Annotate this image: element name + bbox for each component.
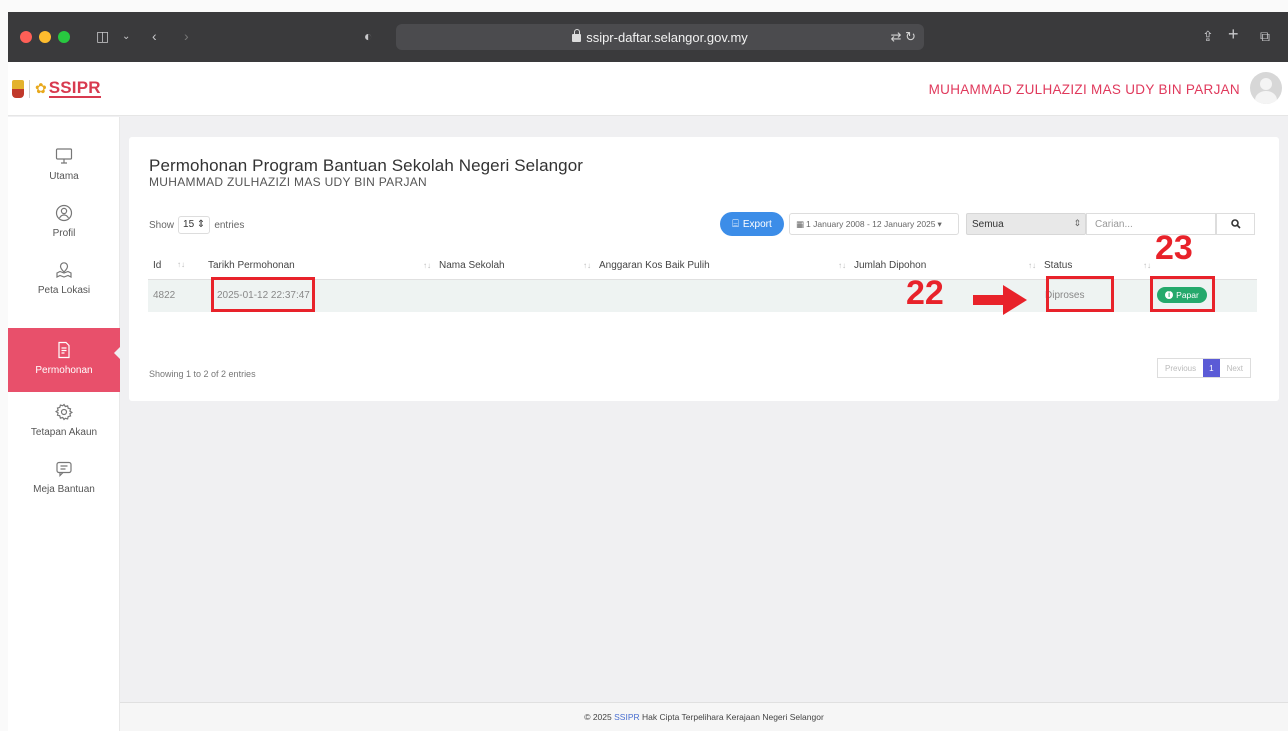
column-header-tarikh[interactable]: Tarikh Permohonan <box>203 253 418 279</box>
monitor-icon <box>55 148 73 164</box>
entries-label: entries <box>214 219 245 231</box>
sort-icon: ↑↓ <box>177 260 185 270</box>
gear-icon <box>55 403 73 421</box>
url-text: ssipr-daftar.selangor.gov.my <box>586 30 748 45</box>
status-filter-select[interactable]: Semua ⇕ <box>966 213 1086 235</box>
sort-icon: ↑↓ <box>838 261 846 271</box>
page-title: Permohonan Program Bantuan Sekolah Neger… <box>149 156 584 175</box>
sidebar-item-label: Peta Lokasi <box>37 285 91 296</box>
logo-text: SSIPR <box>48 78 101 98</box>
sort-icon: ↑↓ <box>583 261 591 271</box>
sidebar-item-label: Permohonan <box>35 365 93 376</box>
avatar[interactable] <box>1250 72 1282 104</box>
step-23-label: 23 <box>1155 229 1193 267</box>
spreadsheet-icon: ⌸ <box>732 217 739 230</box>
search-input[interactable]: Carian... <box>1086 213 1216 235</box>
next-page-button[interactable]: Next <box>1220 359 1250 377</box>
entries-length-control: Show 15 ⇕ entries <box>149 216 244 234</box>
cell-nama <box>418 278 578 312</box>
caret-down-icon: ▾ <box>937 218 942 229</box>
selangor-crest-icon <box>12 79 24 98</box>
sidebar-item-label: Profil <box>52 228 76 239</box>
user-name[interactable]: MUHAMMAD ZULHAZIZI MAS UDY BIN PARJAN <box>929 82 1240 97</box>
previous-page-button[interactable]: Previous <box>1158 359 1203 377</box>
user-icon <box>55 204 73 222</box>
close-window-button[interactable] <box>20 31 32 43</box>
map-pin-icon <box>56 262 72 278</box>
tabs-overview-icon[interactable]: ⧉ <box>1260 28 1270 45</box>
show-label: Show <box>149 219 175 231</box>
column-header-anggaran[interactable]: ↑↓ Anggaran Kos Baik Pulih <box>578 253 833 279</box>
sidebar-item-profil[interactable]: Profil <box>8 204 120 250</box>
sidebar-toggle-icon[interactable]: ◫ <box>96 28 109 45</box>
sidebar-item-permohonan[interactable]: Permohonan <box>8 328 121 392</box>
back-icon[interactable]: ‹ <box>152 28 157 44</box>
page-subtitle: MUHAMMAD ZULHAZIZI MAS UDY BIN PARJAN <box>149 175 428 189</box>
translate-reload-icon[interactable]: ⇄ ↻ <box>891 29 916 45</box>
logo[interactable]: ✿ SSIPR <box>12 79 101 98</box>
highlight-tarikh-box <box>211 277 315 312</box>
new-tab-icon[interactable]: + <box>1228 24 1239 45</box>
table-info: Showing 1 to 2 of 2 entries <box>149 369 256 379</box>
browser-toolbar: ◫ ⌄ ‹ › ◐ ssipr-daftar.selangor.gov.my ⇄… <box>8 12 1288 62</box>
search-icon <box>1230 219 1241 229</box>
search-button[interactable] <box>1216 213 1255 235</box>
chat-icon <box>56 461 72 477</box>
lock-icon <box>572 29 582 42</box>
date-range-picker[interactable]: ▦ 1 January 2008 - 12 January 2025 ▾ <box>789 213 959 235</box>
sidebar-item-peta-lokasi[interactable]: Peta Lokasi <box>8 261 120 313</box>
sidebar-item-tetapan-akaun[interactable]: Tetapan Akaun <box>8 403 120 449</box>
sort-icon: ↑↓ <box>1028 261 1036 271</box>
chevron-down-icon[interactable]: ⌄ <box>122 31 130 42</box>
browser-window: ◫ ⌄ ‹ › ◐ ssipr-daftar.selangor.gov.my ⇄… <box>8 12 1288 731</box>
sidebar: Utama Profil Peta Lokasi Permohonan Teta… <box>8 117 121 731</box>
cell-id: 4822 <box>148 278 203 312</box>
pagination: Previous 1 Next <box>1157 358 1252 378</box>
sidebar-item-label: Tetapan Akaun <box>30 427 98 438</box>
highlight-papar-box <box>1150 276 1215 312</box>
page-1-button[interactable]: 1 <box>1203 359 1220 377</box>
calendar-icon: ▦ <box>796 218 805 229</box>
address-bar[interactable]: ssipr-daftar.selangor.gov.my ⇄ ↻ <box>396 24 924 50</box>
share-icon[interactable]: ⇪ <box>1202 28 1214 45</box>
shield-icon[interactable]: ◐ <box>364 28 372 44</box>
sort-icon: ↑↓ <box>1143 261 1151 271</box>
sidebar-item-label: Meja Bantuan <box>33 484 95 495</box>
arrow-right-icon <box>973 285 1027 315</box>
export-button[interactable]: ⌸ Export <box>720 212 784 236</box>
column-header-id[interactable]: Id ↑↓ <box>148 253 203 279</box>
ssipr-mark-icon: ✿ <box>35 80 47 96</box>
cell-anggaran <box>578 278 833 312</box>
forward-icon[interactable]: › <box>184 28 189 44</box>
sort-icon: ↑↓ <box>423 261 431 271</box>
select-arrows-icon: ⇕ <box>1073 218 1081 228</box>
zoom-window-button[interactable] <box>58 31 70 43</box>
step-22-label: 22 <box>906 274 944 312</box>
sidebar-item-utama[interactable]: Utama <box>8 147 120 193</box>
column-header-nama-sekolah[interactable]: ↑↓ Nama Sekolah <box>418 253 578 279</box>
minimize-window-button[interactable] <box>39 31 51 43</box>
highlight-status-box <box>1046 276 1114 312</box>
sidebar-item-meja-bantuan[interactable]: Meja Bantuan <box>8 460 120 506</box>
app-header: ✿ SSIPR MUHAMMAD ZULHAZIZI MAS UDY BIN P… <box>8 62 1288 116</box>
permohonan-card: Permohonan Program Bantuan Sekolah Neger… <box>129 137 1279 401</box>
entries-select[interactable]: 15 ⇕ <box>178 216 211 234</box>
sidebar-item-label: Utama <box>49 171 79 182</box>
document-icon <box>58 341 70 359</box>
footer: © 2025 SSIPR Hak Cipta Terpelihara Keraj… <box>120 702 1288 731</box>
footer-brand-link[interactable]: SSIPR <box>614 712 640 722</box>
